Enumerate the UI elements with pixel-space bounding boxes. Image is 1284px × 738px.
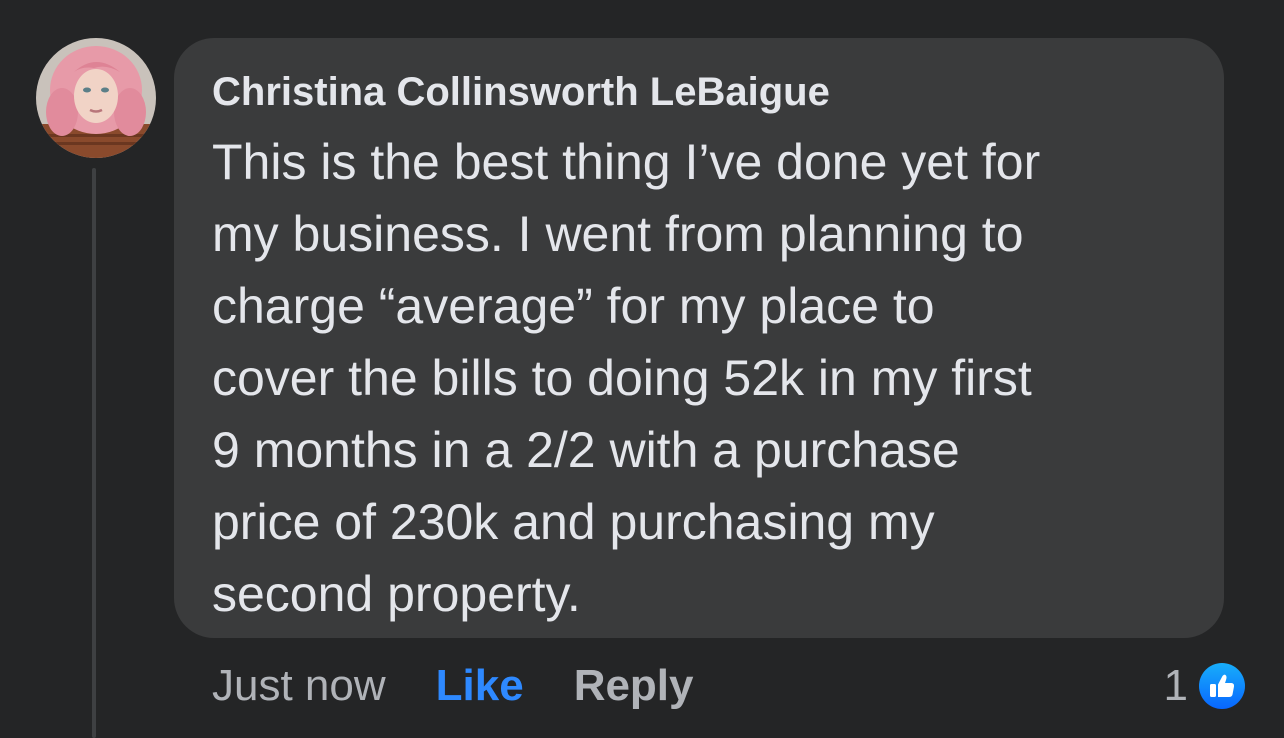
reply-button[interactable]: Reply xyxy=(574,661,694,711)
reaction-count: 1 xyxy=(1163,661,1188,710)
comment-text: This is the best thing I’ve done yet for… xyxy=(212,126,1202,630)
comment-author-name[interactable]: Christina Collinsworth LeBaigue xyxy=(212,68,1194,116)
comment-text-line: cover the bills to doing 52k in my first xyxy=(212,350,1032,406)
thread-connector-line xyxy=(92,168,96,738)
comment-text-line: price of 230k and purchasing my xyxy=(212,494,935,550)
comment-bubble: Christina Collinsworth LeBaigue This is … xyxy=(174,38,1224,638)
reaction-summary[interactable]: 1 xyxy=(1164,656,1248,716)
comment-text-line: charge “average” for my place to xyxy=(212,278,935,334)
comment-thread: Christina Collinsworth LeBaigue This is … xyxy=(0,0,1284,738)
comment-actions: Just now Like Reply xyxy=(212,656,694,716)
comment-timestamp-link[interactable]: Just now xyxy=(212,661,386,711)
comment-text-line: my business. I went from planning to xyxy=(212,206,1024,262)
comment-text-line: second property. xyxy=(212,566,581,622)
thumbs-up-icon xyxy=(1196,660,1248,712)
avatar-image xyxy=(36,38,156,158)
avatar[interactable] xyxy=(36,38,156,158)
comment-text-line: This is the best thing I’ve done yet for xyxy=(212,134,1041,190)
comment-text-line: 9 months in a 2/2 with a purchase xyxy=(212,422,960,478)
like-button[interactable]: Like xyxy=(436,661,524,711)
